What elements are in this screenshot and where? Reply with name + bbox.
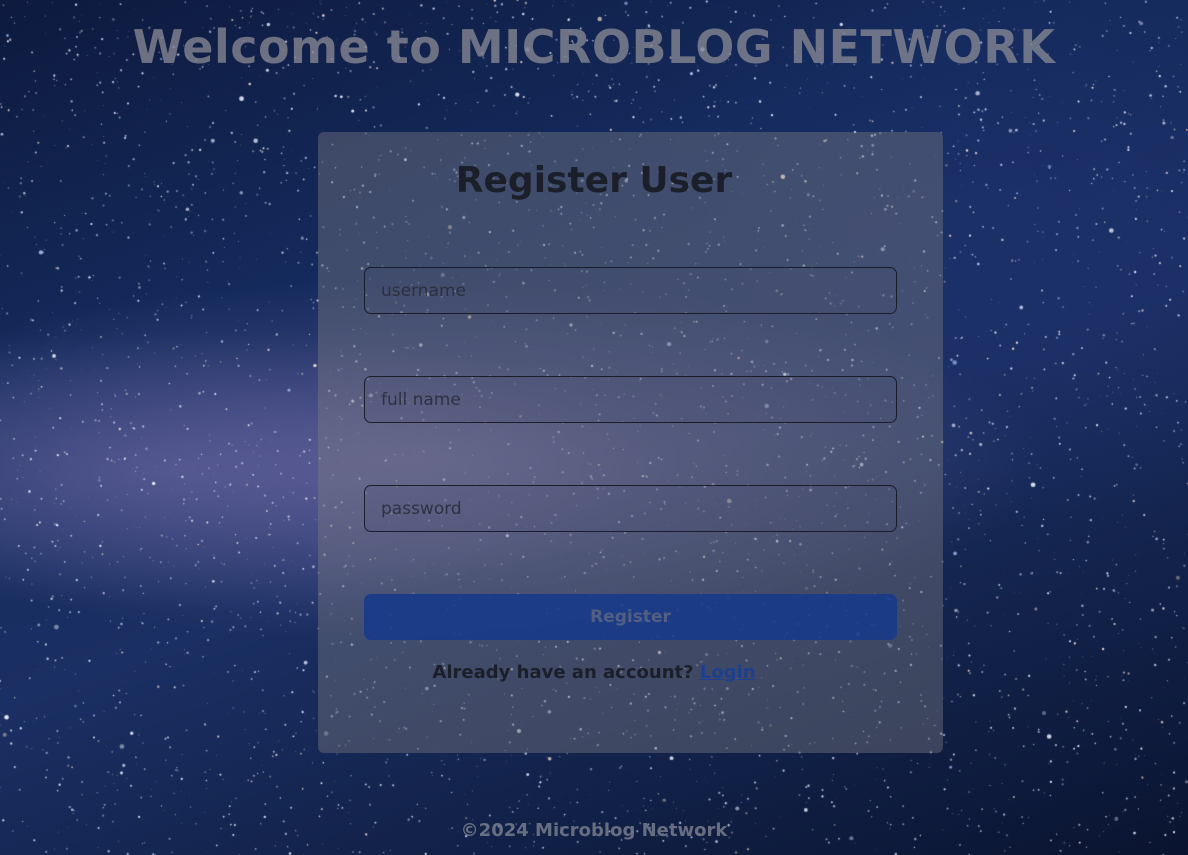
- username-input[interactable]: [364, 267, 897, 314]
- register-button[interactable]: Register: [364, 594, 897, 640]
- register-title: Register User: [455, 160, 733, 201]
- register-card: [318, 132, 943, 753]
- login-prompt: Already have an account? Login: [0, 662, 1188, 683]
- footer-copyright: ©2024 Microblog Network: [460, 820, 728, 841]
- login-prompt-text: Already have an account?: [432, 662, 694, 683]
- full-name-input[interactable]: [364, 376, 897, 423]
- login-link[interactable]: Login: [700, 662, 756, 683]
- password-input[interactable]: [364, 485, 897, 532]
- page-title: Welcome to MICROBLOG NETWORK: [132, 20, 1056, 74]
